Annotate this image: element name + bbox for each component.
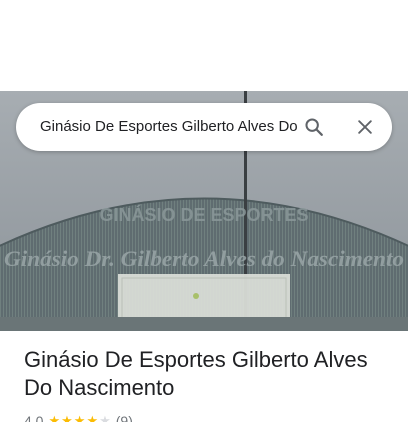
star-filled-icon: ★ xyxy=(73,413,86,422)
sign-top-text: GINÁSIO DE ESPORTES xyxy=(99,204,308,225)
star-filled-icon: ★ xyxy=(86,413,99,422)
close-button[interactable] xyxy=(349,111,381,143)
search-icon xyxy=(305,118,323,136)
star-filled-icon: ★ xyxy=(48,413,61,422)
place-title: Ginásio De Esportes Gilberto Alves Do Na… xyxy=(24,347,368,400)
sign-main-text: Ginásio Dr. Gilberto Alves do Nascimento xyxy=(4,246,404,271)
star-filled-icon: ★ xyxy=(61,413,73,422)
place-panel: GINÁSIO DE ESPORTES Ginásio Dr. Gilberto… xyxy=(0,0,408,422)
close-icon xyxy=(358,120,372,134)
search-box: Ginásio De Esportes Gilberto Alves Do Na… xyxy=(16,103,392,151)
star-rating: ★ ★ ★ ★ ★ xyxy=(48,414,110,422)
rating-value: 4.0 xyxy=(24,413,44,422)
rating-summary[interactable]: 4.0 ★ ★ ★ ★ ★ (9) xyxy=(24,410,133,422)
search-button[interactable] xyxy=(298,111,330,143)
review-count[interactable]: (9) xyxy=(116,413,133,422)
search-input[interactable]: Ginásio De Esportes Gilberto Alves Do Na… xyxy=(40,103,302,151)
star-empty-icon: ★ xyxy=(99,413,111,422)
